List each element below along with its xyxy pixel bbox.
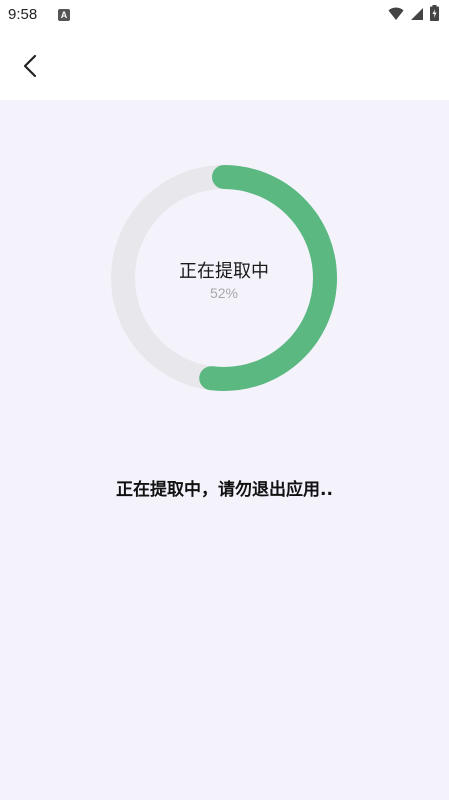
status-bar: 9:58 A <box>0 0 449 32</box>
signal-icon <box>410 6 424 25</box>
battery-charging-icon <box>430 5 439 25</box>
back-button[interactable] <box>14 48 46 84</box>
app-bar <box>0 32 449 100</box>
app-notification-icon: A <box>58 9 70 21</box>
status-icons <box>388 5 439 25</box>
progress-percent: 52% <box>209 285 239 301</box>
status-time: 9:58 <box>8 6 38 23</box>
screen: 9:58 A 正在提取中 52% 正在提取中，请勿退出应用.. <box>0 0 449 800</box>
progress-message: 正在提取中，请勿退出应用.. <box>116 480 333 500</box>
wifi-icon <box>388 6 404 25</box>
progress-title: 正在提取中 <box>179 261 269 282</box>
back-arrow-icon <box>23 54 37 78</box>
content-area: 正在提取中 52% 正在提取中，请勿退出应用.. <box>0 100 449 800</box>
